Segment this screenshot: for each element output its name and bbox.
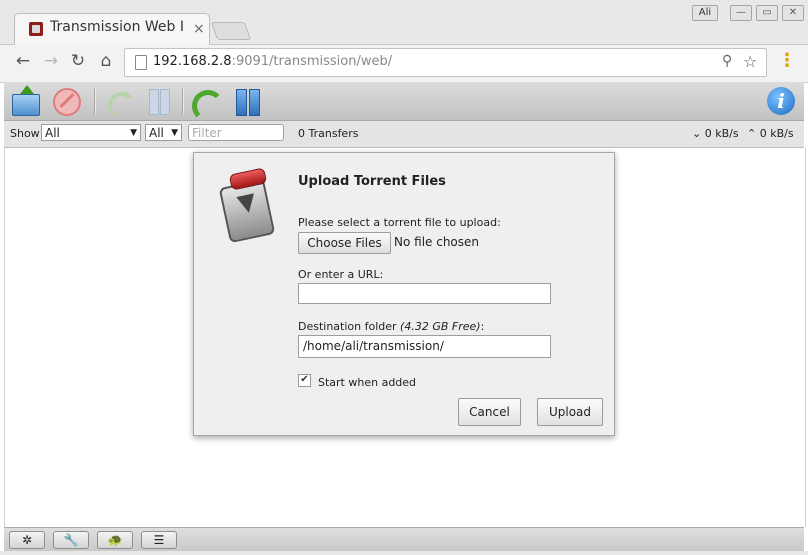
start-when-added-checkbox[interactable]: ✔ <box>298 374 311 387</box>
forward-icon[interactable]: → <box>40 50 62 72</box>
cancel-button[interactable]: Cancel <box>458 398 521 426</box>
toolbar-divider <box>94 88 96 114</box>
upload-arrow-icon: ⌃ <box>747 127 757 140</box>
toolbar-divider <box>182 88 184 114</box>
minimize-icon[interactable]: — <box>730 5 752 21</box>
page-icon <box>135 55 147 70</box>
window-close-icon[interactable]: ✕ <box>782 5 804 21</box>
url-input[interactable] <box>298 283 551 304</box>
home-icon[interactable]: ⌂ <box>95 50 117 72</box>
upload-speed: ⌃ 0 kB/s <box>747 127 794 140</box>
tracker-filter-select[interactable]: All ▼ <box>145 124 182 141</box>
remove-torrent-icon[interactable] <box>51 86 81 116</box>
resume-all-icon[interactable] <box>190 86 224 122</box>
upload-dialog: Upload Torrent Files Please select a tor… <box>193 152 615 436</box>
transmission-toolbar: i <box>4 82 804 122</box>
transfer-count: 0 Transfers <box>298 127 359 140</box>
tab-strip: Transmission Web Interface × Ali — ▭ ✕ <box>0 0 808 45</box>
show-label: Show <box>10 127 40 140</box>
transmission-logo-icon <box>218 167 276 244</box>
no-file-chosen-text: No file chosen <box>394 235 480 249</box>
tab-title: Transmission Web Interface <box>50 19 185 35</box>
start-when-added-label: Start when added <box>318 376 417 389</box>
tab-close-icon[interactable]: × <box>193 21 205 37</box>
filter-bar: Show All ▼ All ▼ Filter 0 Transfers ⌄ 0 kB… <box>4 121 804 148</box>
window-frame-bottom <box>0 551 808 555</box>
profile-button[interactable]: Ali <box>692 5 718 21</box>
browser-menu-icon[interactable]: ⋮ <box>778 50 796 71</box>
maximize-icon[interactable]: ▭ <box>756 5 778 21</box>
state-filter-select[interactable]: All ▼ <box>41 124 141 141</box>
open-torrent-icon[interactable] <box>10 85 40 116</box>
pause-torrent-icon[interactable] <box>144 86 174 116</box>
destination-folder-input[interactable]: /home/ali/transmission/ <box>298 335 551 358</box>
destination-label: Destination folder (4.32 GB Free): <box>298 320 485 333</box>
download-speed: ⌄ 0 kB/s <box>692 127 739 140</box>
pause-all-icon[interactable] <box>232 86 262 116</box>
back-icon[interactable]: ← <box>12 50 34 72</box>
browser-tab[interactable]: Transmission Web Interface × <box>14 13 210 45</box>
download-arrow-icon: ⌄ <box>692 127 702 140</box>
compact-view-icon[interactable]: ☰ <box>141 531 177 549</box>
select-file-label: Please select a torrent file to upload: <box>298 216 501 229</box>
address-bar[interactable]: 192.168.2.8:9091/transmission/web/ ⚲ ☆ <box>124 48 767 77</box>
transmission-favicon-icon <box>29 22 43 36</box>
dialog-title: Upload Torrent Files <box>298 174 446 189</box>
choose-files-button[interactable]: Choose Files <box>298 232 391 254</box>
settings-gear-icon[interactable]: ✲ <box>9 531 45 549</box>
bottom-toolbar: ✲ 🔧 🐢 ☰ <box>4 527 804 552</box>
bookmark-star-icon[interactable]: ☆ <box>743 52 757 71</box>
key-icon[interactable]: ⚲ <box>722 53 732 69</box>
url-label: Or enter a URL: <box>298 268 384 281</box>
browser-chrome: Transmission Web Interface × Ali — ▭ ✕ ←… <box>0 0 808 83</box>
turtle-mode-icon[interactable]: 🐢 <box>97 531 133 549</box>
free-space-text: (4.32 GB Free) <box>400 320 481 333</box>
resume-torrent-icon[interactable] <box>104 86 136 120</box>
chevron-down-icon: ▼ <box>171 128 178 138</box>
new-tab-button[interactable] <box>210 22 252 40</box>
preferences-wrench-icon[interactable]: 🔧 <box>53 531 89 549</box>
url-text: 192.168.2.8:9091/transmission/web/ <box>153 54 393 69</box>
reload-icon[interactable]: ↻ <box>67 50 89 72</box>
inspector-info-icon[interactable]: i <box>766 86 796 116</box>
upload-button[interactable]: Upload <box>537 398 603 426</box>
filter-input[interactable]: Filter <box>188 124 284 141</box>
chevron-down-icon: ▼ <box>130 128 137 138</box>
